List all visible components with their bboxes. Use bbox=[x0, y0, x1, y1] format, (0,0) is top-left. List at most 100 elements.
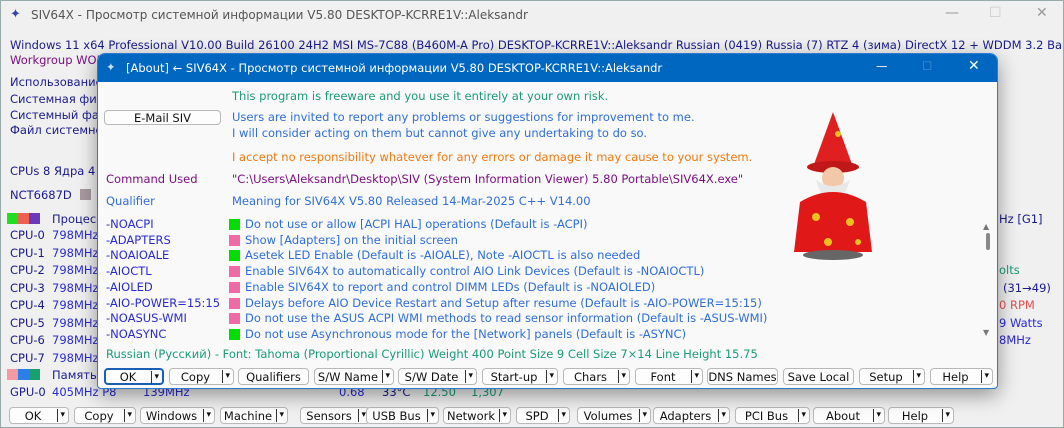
main-button-copy[interactable]: Copy ▾ bbox=[74, 407, 136, 424]
button-label: Machine bbox=[223, 408, 273, 423]
wizard-mascot bbox=[794, 112, 872, 260]
main-button-volumes[interactable]: Volumes ▾ bbox=[577, 407, 651, 424]
button-label: S/W Name bbox=[317, 369, 379, 384]
dropdown-icon[interactable]: ▾ bbox=[913, 370, 921, 383]
maximize-icon[interactable]: ☐ bbox=[989, 5, 1002, 21]
right-frag-0: Hz [G1] bbox=[999, 212, 1043, 226]
right-frag-1: olts bbox=[999, 263, 1020, 277]
dialog-button-chars[interactable]: Chars ▾ bbox=[563, 368, 630, 385]
qualifier-status bbox=[229, 297, 240, 309]
dropdown-icon[interactable]: ▾ bbox=[558, 409, 566, 422]
about-dialog: ✦ [About] ← SIV64X - Просмотр системной … bbox=[97, 53, 998, 389]
left-line-0: Использование bbox=[10, 75, 103, 89]
main-button-sensors[interactable]: Sensors ▾ bbox=[300, 407, 370, 424]
dropdown-icon[interactable]: ▾ bbox=[942, 409, 950, 422]
cpu-name: CPU-1 bbox=[10, 245, 45, 260]
qualifier-name: -AIOCTL bbox=[106, 264, 152, 279]
qualifier-status bbox=[229, 313, 240, 325]
dropdown-icon[interactable]: ▾ bbox=[124, 409, 132, 422]
qualifier-description: Enable SIV64X to report and control DIMM… bbox=[245, 279, 656, 294]
button-label: Volumes bbox=[583, 408, 633, 423]
dropdown-icon[interactable]: ▾ bbox=[981, 370, 989, 383]
dropdown-icon[interactable]: ▾ bbox=[499, 409, 507, 422]
mem-color-3 bbox=[29, 369, 40, 380]
cpu-name: CPU-6 bbox=[10, 333, 45, 347]
main-button-adapters[interactable]: Adapters ▾ bbox=[653, 407, 730, 424]
scroll-up-icon[interactable]: ▲ bbox=[983, 219, 989, 234]
dialog-minimize-icon[interactable]: — bbox=[876, 59, 888, 74]
main-button-usb-bus[interactable]: USB Bus ▾ bbox=[366, 407, 439, 424]
main-button-ok[interactable]: OK ▾ bbox=[9, 407, 69, 424]
memory-label: Память bbox=[52, 368, 97, 382]
dialog-button-ok[interactable]: OK ▾ bbox=[104, 368, 164, 385]
main-button-windows[interactable]: Windows ▾ bbox=[140, 407, 215, 424]
scrollbar[interactable]: ▲ ▼ bbox=[983, 219, 993, 339]
button-label: Help bbox=[901, 408, 929, 423]
dialog-maximize-icon[interactable]: ☐ bbox=[922, 59, 932, 74]
button-label: Qualifiers bbox=[246, 369, 301, 384]
dialog-button-setup[interactable]: Setup ▾ bbox=[859, 368, 925, 385]
dropdown-icon[interactable]: ▾ bbox=[222, 370, 230, 383]
left-line-2: Системный фай bbox=[10, 108, 107, 122]
main-button-help[interactable]: Help ▾ bbox=[888, 407, 954, 424]
button-label: DNS Names bbox=[708, 369, 777, 384]
button-label: SPD bbox=[525, 408, 549, 423]
dropdown-icon[interactable]: ▾ bbox=[57, 409, 65, 422]
dialog-button-start-up[interactable]: Start-up ▾ bbox=[482, 368, 558, 385]
dropdown-icon[interactable]: ▾ bbox=[546, 370, 554, 383]
dropdown-icon[interactable]: ▾ bbox=[358, 409, 366, 422]
dialog-button-save-local[interactable]: Save Local bbox=[783, 368, 854, 385]
qualifier-status bbox=[229, 266, 240, 278]
disclaimer-text: I accept no responsibility whatever for … bbox=[232, 150, 753, 164]
main-button-network[interactable]: Network ▾ bbox=[443, 407, 511, 424]
app-icon: ✦ bbox=[10, 7, 21, 22]
dialog-button-help[interactable]: Help ▾ bbox=[930, 368, 993, 385]
qualifier-name: -ADAPTERS bbox=[106, 232, 171, 247]
main-button-spd[interactable]: SPD ▾ bbox=[516, 407, 570, 424]
main-button-pci-bus[interactable]: PCI Bus ▾ bbox=[735, 407, 810, 424]
dialog-button-qualifiers[interactable]: Qualifiers bbox=[238, 368, 309, 385]
qualifier-name: -NOASUS-WMI bbox=[106, 311, 187, 326]
dialog-close-icon[interactable]: ✕ bbox=[968, 59, 980, 74]
button-label: OK bbox=[119, 369, 137, 384]
mem-color-2 bbox=[18, 369, 29, 380]
dropdown-icon[interactable]: ▾ bbox=[873, 409, 881, 422]
dialog-button-copy[interactable]: Copy ▾ bbox=[169, 368, 234, 385]
dropdown-icon[interactable]: ▾ bbox=[465, 370, 473, 383]
scroll-down-icon[interactable]: ▼ bbox=[983, 325, 989, 340]
qualifier-status bbox=[229, 219, 240, 230]
invite-text-2: I will consider acting on them but canno… bbox=[232, 126, 648, 140]
dropdown-icon[interactable]: ▾ bbox=[718, 409, 726, 422]
dialog-button-dns-names[interactable]: DNS Names bbox=[707, 368, 778, 385]
dialog-app-icon: ✦ bbox=[106, 60, 116, 74]
qualifier-status bbox=[229, 328, 240, 340]
dropdown-icon[interactable]: ▾ bbox=[382, 370, 390, 383]
dropdown-icon[interactable]: ▾ bbox=[639, 409, 647, 422]
button-label: Help bbox=[942, 369, 969, 384]
button-label: Chars bbox=[573, 369, 608, 384]
dropdown-icon[interactable]: ▾ bbox=[691, 370, 699, 383]
main-button-about[interactable]: About ▾ bbox=[813, 407, 885, 424]
dropdown-icon[interactable]: ▾ bbox=[151, 371, 159, 384]
dropdown-icon[interactable]: ▾ bbox=[798, 409, 806, 422]
dialog-button-s-w-date[interactable]: S/W Date ▾ bbox=[398, 368, 477, 385]
dropdown-icon[interactable]: ▾ bbox=[203, 409, 211, 422]
minimize-icon[interactable]: — bbox=[945, 5, 959, 21]
right-frag-5: 8MHz bbox=[999, 333, 1031, 347]
qualifier-value: Meaning for SIV64X V5.80 Released 14-Mar… bbox=[232, 194, 591, 208]
freeware-text: This program is freeware and you use it … bbox=[232, 89, 609, 103]
dialog-button-font[interactable]: Font ▾ bbox=[635, 368, 703, 385]
cpu-name: CPU-2 bbox=[10, 263, 45, 277]
dropdown-icon[interactable]: ▾ bbox=[427, 409, 435, 422]
email-siv-button[interactable]: E-Mail SIV bbox=[104, 110, 221, 125]
dropdown-icon[interactable]: ▾ bbox=[276, 409, 284, 422]
button-label: OK bbox=[24, 408, 42, 423]
main-button-machine[interactable]: Machine ▾ bbox=[220, 407, 288, 424]
sensor-color bbox=[80, 189, 91, 200]
invite-text-1: Users are invited to report any problems… bbox=[232, 110, 695, 124]
close-icon[interactable]: ✕ bbox=[1036, 5, 1048, 21]
scroll-thumb[interactable] bbox=[986, 233, 990, 250]
qualifier-name: -NOASYNC bbox=[106, 326, 167, 341]
dialog-button-s-w-name[interactable]: S/W Name ▾ bbox=[314, 368, 394, 385]
dropdown-icon[interactable]: ▾ bbox=[618, 370, 626, 383]
